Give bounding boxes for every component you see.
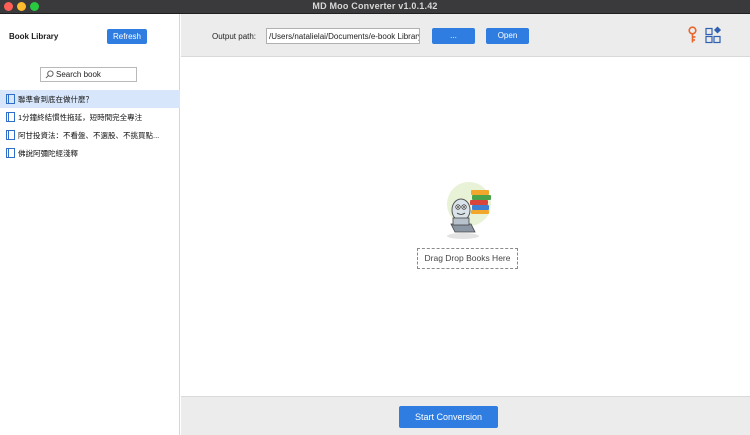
reading-mascot-illustration <box>447 182 491 239</box>
search-placeholder: Search book <box>56 70 101 79</box>
book-list-item[interactable]: 1分鐘終結慣性拖延，短時間完全專注 <box>0 108 180 126</box>
book-list-item[interactable]: 佛說阿彌陀經淺釋 <box>0 144 180 162</box>
book-list: 聯準會到底在做什麼？ 1分鐘終結慣性拖延，短時間完全專注 阿甘投資法：不看盤、不… <box>0 90 180 162</box>
title-bar: MD Moo Converter v1.0.1.42 <box>0 0 750 14</box>
book-icon <box>6 148 15 158</box>
drop-zone[interactable]: Drag Drop Books Here <box>181 58 750 396</box>
refresh-button[interactable]: Refresh <box>107 29 147 44</box>
book-title: 聯準會到底在做什麼？ <box>18 95 93 104</box>
book-library-sidebar: Book Library Refresh Search book 聯準會到底在做… <box>0 14 180 435</box>
book-title: 1分鐘終結慣性拖延，短時間完全專注 <box>18 113 143 122</box>
output-path-label: Output path: <box>212 32 257 41</box>
search-book-input[interactable]: Search book <box>40 67 137 82</box>
start-conversion-button[interactable]: Start Conversion <box>399 406 498 428</box>
window-title: MD Moo Converter v1.0.1.42 <box>312 1 438 11</box>
sidebar-header: Book Library Refresh <box>0 14 180 58</box>
book-title: 阿甘投資法：不看盤、不選股、不挑買點... <box>18 131 160 140</box>
drag-drop-label: Drag Drop Books Here <box>417 248 518 269</box>
book-title: 佛說阿彌陀經淺釋 <box>18 149 78 158</box>
output-toolbar: Output path: /Users/natalielai/Documents… <box>181 14 750 57</box>
book-icon <box>6 94 15 104</box>
book-icon <box>6 112 15 122</box>
book-list-item[interactable]: 阿甘投資法：不看盤、不選股、不挑買點... <box>0 126 180 144</box>
book-icon <box>6 130 15 140</box>
browse-button[interactable]: ... <box>432 28 475 44</box>
app-window: MD Moo Converter v1.0.1.42 Book Library … <box>0 0 750 435</box>
search-icon <box>45 70 54 79</box>
key-icon[interactable] <box>686 26 699 44</box>
footer-bar: Start Conversion <box>181 396 750 435</box>
output-path-field[interactable]: /Users/natalielai/Documents/e-book Libra… <box>266 28 420 44</box>
apps-icon[interactable] <box>705 26 722 44</box>
library-title: Book Library <box>9 32 59 41</box>
book-list-item[interactable]: 聯準會到底在做什麼？ <box>0 90 180 108</box>
open-folder-button[interactable]: Open <box>486 28 529 44</box>
